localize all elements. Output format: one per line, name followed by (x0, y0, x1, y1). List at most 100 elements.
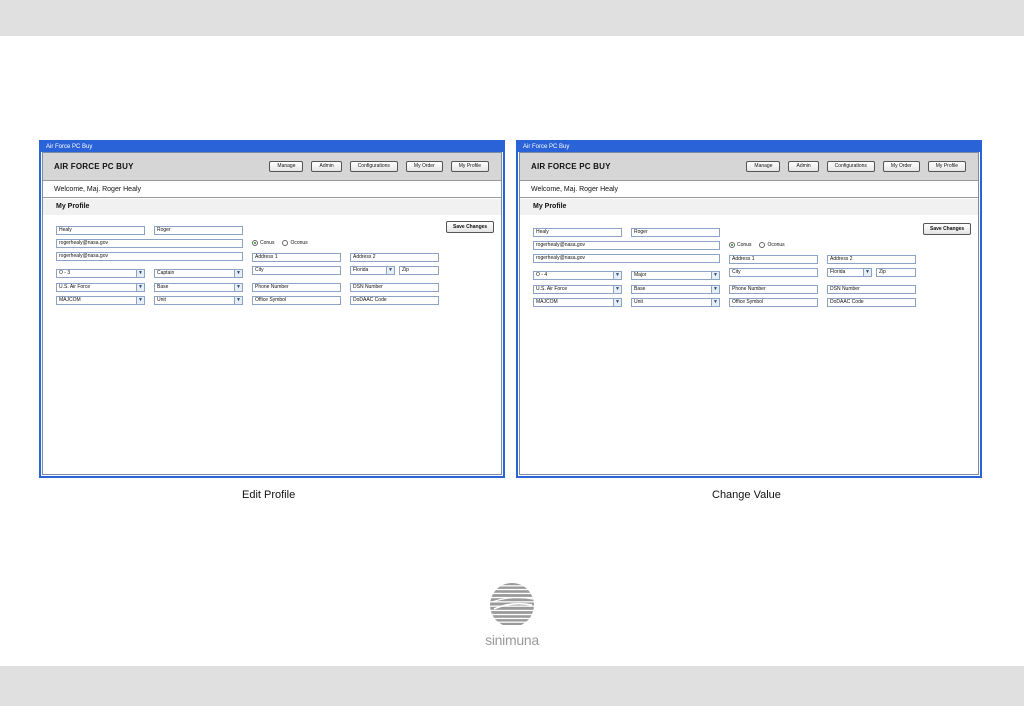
base-select[interactable]: Base ▼ (154, 283, 243, 292)
save-changes-button[interactable]: Save Changes (446, 221, 495, 233)
city-field[interactable]: City (729, 268, 818, 277)
majcom-select[interactable]: MAJCOM ▼ (56, 296, 145, 305)
branch-select[interactable]: U.S. Air Force ▼ (533, 285, 622, 294)
zip-field[interactable]: Zip (399, 266, 439, 275)
address2-field[interactable]: Address 2 (350, 253, 439, 262)
my-order-button[interactable]: My Order (405, 161, 443, 172)
conus-label: Conus (260, 240, 275, 246)
email-field[interactable]: rogerhealy@nasa.gov (533, 241, 720, 250)
base-value: Base (634, 286, 646, 292)
chevron-down-icon: ▼ (136, 284, 144, 291)
conus-radio[interactable] (252, 240, 258, 246)
chevron-down-icon: ▼ (711, 272, 719, 279)
window-titlebar: Air Force PC Buy (41, 142, 503, 152)
caption-edit-profile: Edit Profile (242, 489, 296, 501)
nav-buttons: Manage Admin Configurations My Order My … (269, 161, 489, 172)
window-titlebar: Air Force PC Buy (518, 142, 980, 152)
state-select[interactable]: Florida ▼ (350, 266, 395, 275)
oconus-radio[interactable] (759, 242, 766, 248)
rank-value: Major (634, 272, 647, 278)
oconus-label: Oconus (767, 242, 785, 248)
state-value: Florida (830, 269, 846, 275)
chevron-down-icon: ▼ (613, 286, 621, 293)
change-value-window: Air Force PC Buy AIR FORCE PC BUY Manage… (516, 140, 982, 478)
unit-select[interactable]: Unit ▼ (154, 296, 243, 305)
configurations-button[interactable]: Configurations (349, 161, 398, 172)
majcom-value: MAJCOM (59, 297, 81, 303)
chevron-down-icon: ▼ (234, 297, 242, 304)
unit-value: Unit (157, 297, 166, 303)
chevron-down-icon: ▼ (711, 286, 719, 293)
majcom-value: MAJCOM (536, 299, 558, 305)
phone-field[interactable]: Phone Number (252, 283, 341, 292)
phone-field[interactable]: Phone Number (729, 285, 818, 294)
email-confirm-field[interactable]: rogerhealy@nasa.gov (56, 252, 243, 261)
save-changes-button[interactable]: Save Changes (923, 223, 972, 235)
section-title: My Profile (43, 199, 501, 215)
dodaac-field[interactable]: DoDAAC Code (827, 298, 916, 307)
first-name-field[interactable]: Roger (631, 228, 720, 237)
bottom-band (0, 666, 1024, 706)
manage-button[interactable]: Manage (746, 161, 781, 172)
window-content: AIR FORCE PC BUY Manage Admin Configurat… (519, 152, 979, 475)
grade-select[interactable]: O - 4 ▼ (533, 271, 622, 280)
unit-value: Unit (634, 299, 643, 305)
rank-select[interactable]: Captain ▼ (154, 269, 243, 278)
last-name-field[interactable]: Healy (56, 226, 145, 235)
brand-logo-text: sinimuna (485, 632, 539, 648)
app-title: AIR FORCE PC BUY (531, 162, 611, 171)
address2-field[interactable]: Address 2 (827, 255, 916, 264)
chevron-down-icon: ▼ (711, 299, 719, 306)
top-band (0, 0, 1024, 36)
app-header: AIR FORCE PC BUY Manage Admin Configurat… (520, 153, 978, 181)
grade-value: O - 4 (536, 272, 548, 278)
chevron-down-icon: ▼ (613, 272, 621, 279)
last-name-field[interactable]: Healy (533, 228, 622, 237)
app-title: AIR FORCE PC BUY (54, 162, 134, 171)
edit-profile-window: Air Force PC Buy AIR FORCE PC BUY Manage… (39, 140, 505, 478)
section-title: My Profile (520, 199, 978, 215)
chevron-down-icon: ▼ (234, 284, 242, 291)
zip-field[interactable]: Zip (876, 268, 916, 277)
welcome-message: Welcome, Maj. Roger Healy (43, 182, 501, 198)
email-confirm-field[interactable]: rogerhealy@nasa.gov (533, 254, 720, 263)
chevron-down-icon: ▼ (136, 297, 144, 304)
office-symbol-field[interactable]: Office Symbol (729, 298, 818, 307)
manage-button[interactable]: Manage (269, 161, 304, 172)
rank-select[interactable]: Major ▼ (631, 271, 720, 280)
my-profile-button[interactable]: My Profile (450, 161, 489, 172)
grade-value: O - 3 (59, 270, 71, 276)
dsn-field[interactable]: DSN Number (827, 285, 916, 294)
my-order-button[interactable]: My Order (882, 161, 920, 172)
chevron-down-icon: ▼ (863, 269, 871, 276)
base-value: Base (157, 284, 169, 290)
dodaac-field[interactable]: DoDAAC Code (350, 296, 439, 305)
dsn-field[interactable]: DSN Number (350, 283, 439, 292)
oconus-radio[interactable] (282, 240, 289, 246)
address1-field[interactable]: Address 1 (252, 253, 341, 262)
admin-button[interactable]: Admin (788, 161, 819, 172)
chevron-down-icon: ▼ (136, 270, 144, 277)
office-symbol-field[interactable]: Office Symbol (252, 296, 341, 305)
window-content: AIR FORCE PC BUY Manage Admin Configurat… (42, 152, 502, 475)
majcom-select[interactable]: MAJCOM ▼ (533, 298, 622, 307)
chevron-down-icon: ▼ (234, 270, 242, 277)
app-header: AIR FORCE PC BUY Manage Admin Configurat… (43, 153, 501, 181)
first-name-field[interactable]: Roger (154, 226, 243, 235)
city-field[interactable]: City (252, 266, 341, 275)
location-radio-group: Conus Oconus (252, 240, 308, 246)
email-field[interactable]: rogerhealy@nasa.gov (56, 239, 243, 248)
grade-select[interactable]: O - 3 ▼ (56, 269, 145, 278)
unit-select[interactable]: Unit ▼ (631, 298, 720, 307)
branch-select[interactable]: U.S. Air Force ▼ (56, 283, 145, 292)
state-select[interactable]: Florida ▼ (827, 268, 872, 277)
branch-value: U.S. Air Force (59, 284, 91, 290)
chevron-down-icon: ▼ (613, 299, 621, 306)
my-profile-button[interactable]: My Profile (927, 161, 966, 172)
configurations-button[interactable]: Configurations (826, 161, 875, 172)
address1-field[interactable]: Address 1 (729, 255, 818, 264)
conus-radio[interactable] (729, 242, 735, 248)
welcome-message: Welcome, Maj. Roger Healy (520, 182, 978, 198)
base-select[interactable]: Base ▼ (631, 285, 720, 294)
admin-button[interactable]: Admin (311, 161, 342, 172)
